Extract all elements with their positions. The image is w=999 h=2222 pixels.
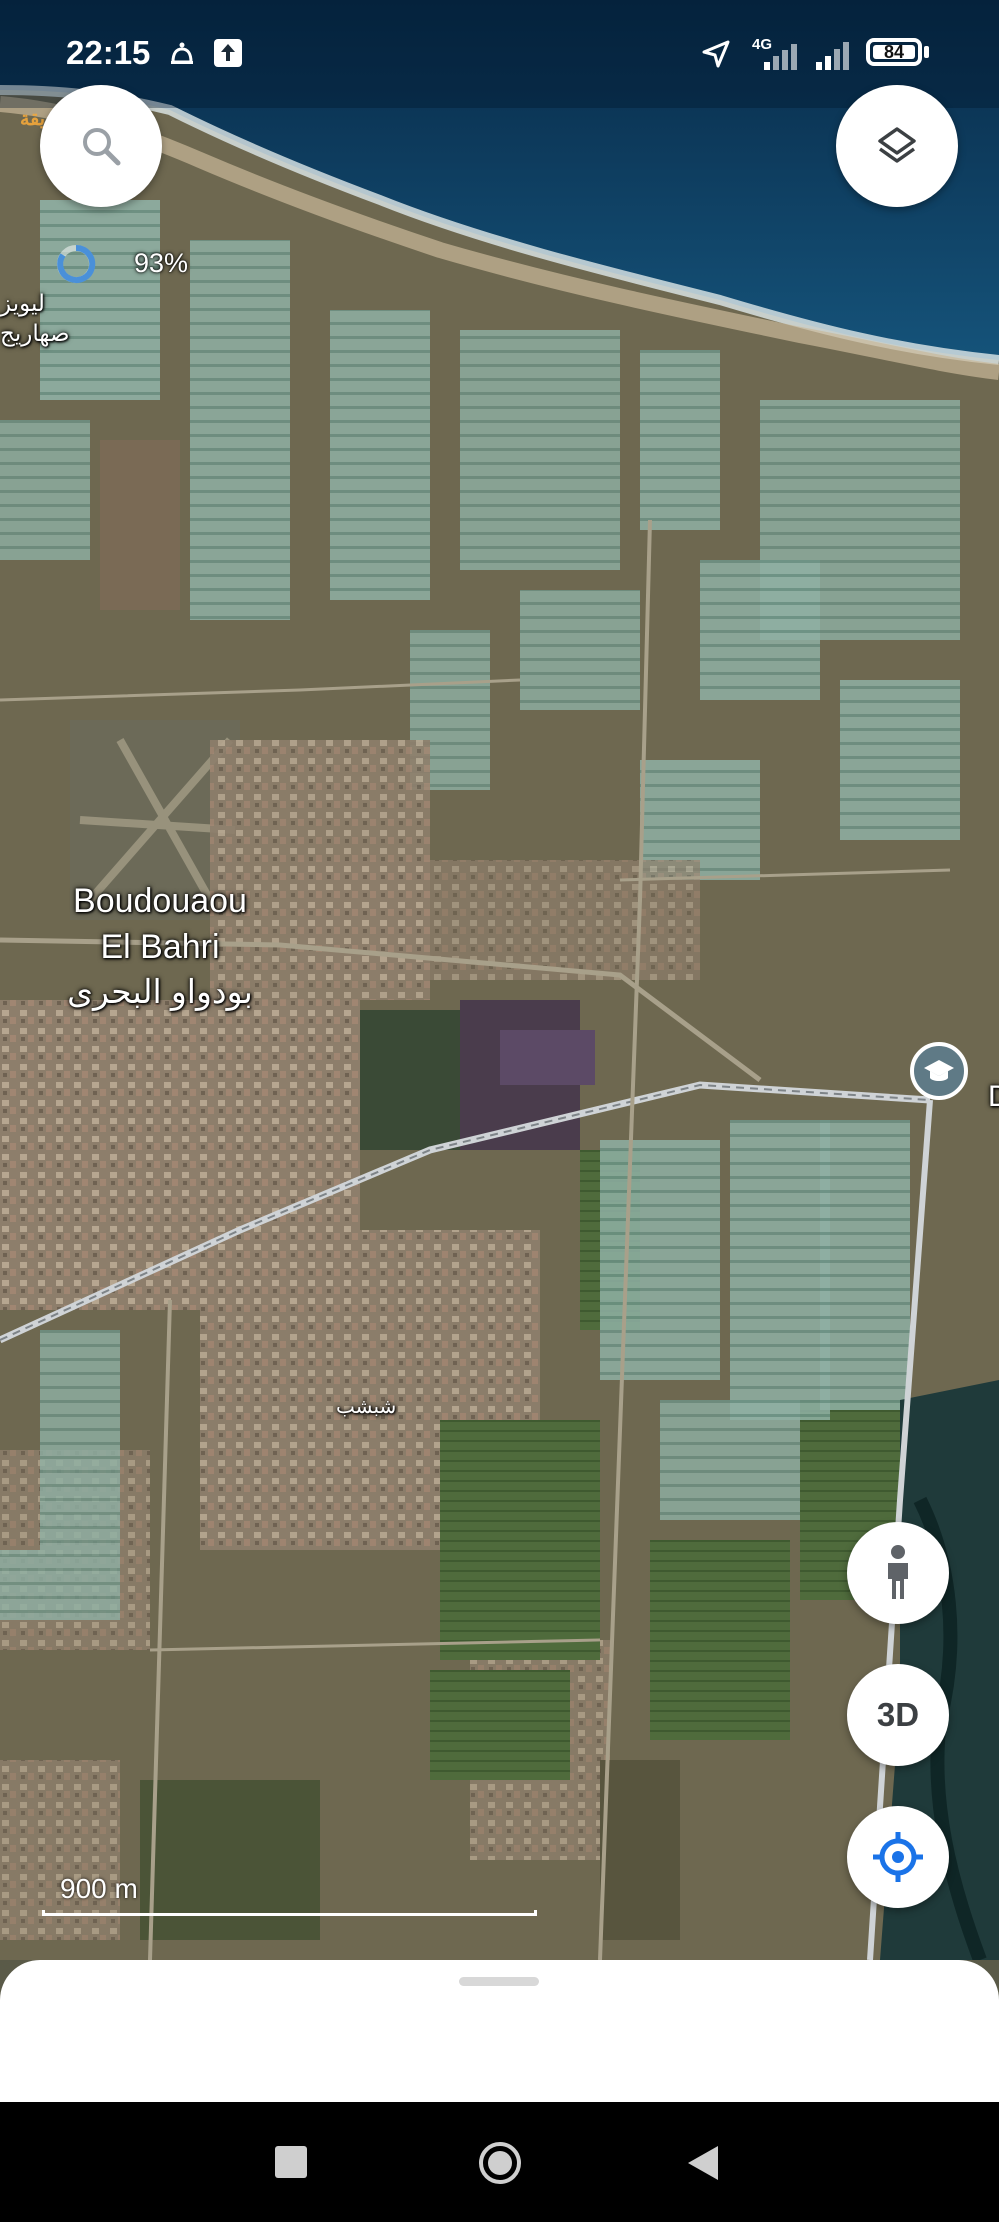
left-edge-label-1: ليويز [0,290,45,316]
download-progress: 93% [134,248,189,278]
layers-button[interactable] [836,85,958,207]
right-edge-label: D [988,1080,999,1113]
pegman-icon [888,1545,908,1599]
place-label-small: شبشب [336,1396,397,1418]
town-name-arabic: بودواو البحرى [67,973,253,1010]
search-icon [83,128,121,166]
back-icon [688,2146,718,2180]
3d-label: 3D [876,1696,920,1733]
battery-icon: 84 [866,38,922,66]
system-nav-bar [0,2102,999,2222]
town-name-line2: El Bahri [100,928,220,966]
school-icon [924,1060,954,1081]
my-location-icon [873,1832,923,1882]
status-time: 22:15 [66,34,151,71]
status-bar: 22:15 4G 84 [0,0,999,108]
place-label-town[interactable]: Boudouaou El Bahri بودواو البحرى [50,878,270,1014]
home-icon [479,2142,521,2184]
search-button[interactable] [40,85,162,207]
town-name-line1: Boudouaou [73,882,247,920]
street-view-button[interactable] [847,1522,949,1624]
layers-icon [878,127,916,163]
progress-ring-icon [57,244,96,283]
sheet-drag-handle[interactable] [459,1977,539,1986]
home-button[interactable] [477,2140,523,2186]
location-arrow-icon [702,40,730,68]
upload-icon [214,39,242,67]
recents-button[interactable] [275,2146,307,2178]
signal-icon [764,44,797,70]
scale-label: 900 m [60,1873,138,1904]
3d-view-button[interactable]: 3D [847,1664,949,1766]
battery-level: 84 [883,41,905,62]
school-poi-marker[interactable] [910,1042,968,1100]
scale-bar [42,1910,537,1916]
bottom-sheet[interactable] [0,1960,999,2102]
signal-icon-2 [816,42,849,70]
my-location-button[interactable] [847,1806,949,1908]
left-edge-label-2: صهاريج [0,320,70,346]
back-button[interactable] [686,2144,720,2182]
alarm-icon [171,42,193,64]
